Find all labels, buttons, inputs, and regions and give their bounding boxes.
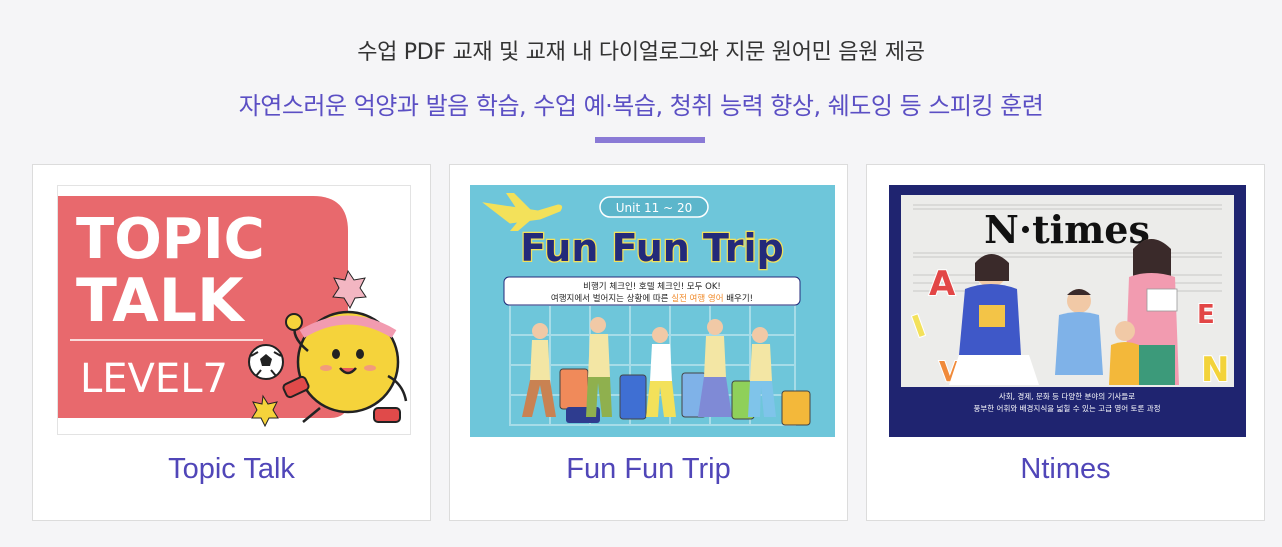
fun-fun-trip-thumbnail[interactable]: Unit 11 ~ 20 Fun Fun Trip 비행기 체크인! 호텔 체크… bbox=[470, 185, 835, 437]
course-card-fun-fun-trip[interactable]: Unit 11 ~ 20 Fun Fun Trip 비행기 체크인! 호텔 체크… bbox=[449, 164, 848, 521]
course-card-topic-talk[interactable]: TOPIC TALK LEVEL7 Topic Talk bbox=[32, 164, 431, 521]
svg-text:A: A bbox=[929, 264, 956, 304]
topic-talk-line1: TOPIC bbox=[76, 207, 265, 272]
ntimes-thumbnail[interactable]: N·times A I V N E 사회, 경제, 문화 등 다양한 분야의 기… bbox=[889, 185, 1246, 437]
topic-talk-thumbnail[interactable]: TOPIC TALK LEVEL7 bbox=[57, 185, 411, 435]
card-title[interactable]: Topic Talk bbox=[33, 453, 430, 486]
svg-text:N: N bbox=[1201, 350, 1229, 390]
trip-desc-line2: 여행지에서 벌어지는 상황에 따른 실전 여행 영어 배우기! bbox=[551, 293, 753, 304]
headline: 수업 PDF 교재 및 교재 내 다이얼로그와 지문 원어민 음원 제공 bbox=[357, 40, 925, 65]
topic-talk-line2: TALK bbox=[76, 266, 246, 336]
unit-badge: Unit 11 ~ 20 bbox=[616, 201, 692, 215]
card-title[interactable]: Ntimes bbox=[867, 453, 1264, 486]
divider bbox=[595, 137, 705, 143]
trip-desc-line1: 비행기 체크인! 호텔 체크인! 모두 OK! bbox=[583, 281, 721, 292]
fun-fun-trip-logo: Fun Fun Trip bbox=[520, 226, 784, 270]
subline: 자연스러운 억양과 발음 학습, 수업 예·복습, 청취 능력 향상, 쉐도잉 … bbox=[238, 92, 1044, 120]
topic-talk-line3: LEVEL7 bbox=[80, 356, 228, 402]
svg-text:E: E bbox=[1197, 300, 1215, 330]
ntimes-caption1: 사회, 경제, 문화 등 다양한 분야의 기사들로 bbox=[999, 391, 1135, 401]
soccer-ball-icon bbox=[248, 344, 284, 380]
card-title[interactable]: Fun Fun Trip bbox=[450, 453, 847, 486]
ntimes-logo: N·times bbox=[984, 207, 1150, 252]
course-card-ntimes[interactable]: N·times A I V N E 사회, 경제, 문화 등 다양한 분야의 기… bbox=[866, 164, 1265, 521]
ntimes-caption2: 풍부한 어휘와 배경지식을 넓힐 수 있는 고급 영어 토론 과정 bbox=[973, 403, 1160, 413]
